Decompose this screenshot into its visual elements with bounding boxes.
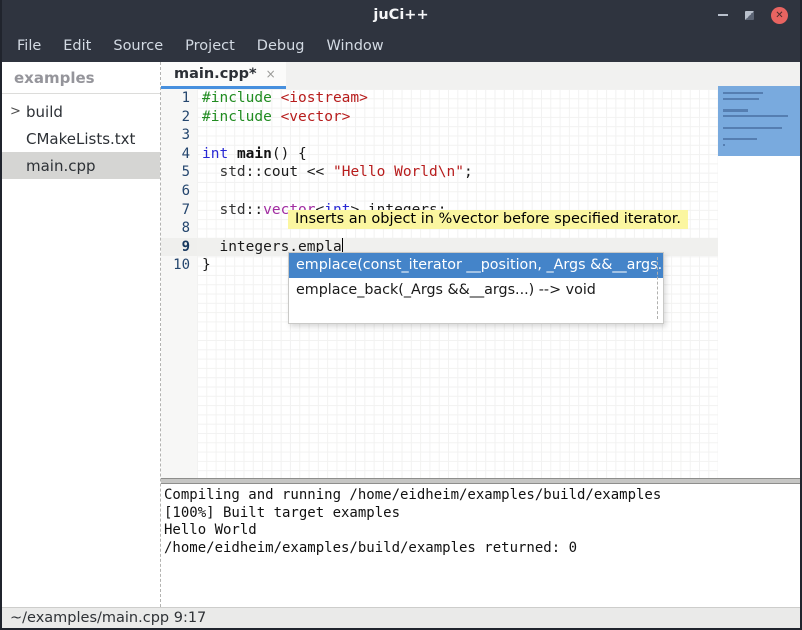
minimap-line	[723, 138, 757, 140]
line-number: 2	[161, 108, 197, 127]
titlebar[interactable]: juCi++ ✕	[2, 0, 800, 30]
sidebar-item-build[interactable]: >build	[2, 98, 160, 125]
tree-item-label: CMakeLists.txt	[26, 130, 135, 148]
code-line: #include <iostream>	[197, 89, 718, 108]
autocomplete-popup: emplace(const_iterator __position, _Args…	[288, 252, 664, 324]
app-window: juCi++ ✕ FileEditSourceProjectDebugWindo…	[0, 0, 802, 630]
menu-item-edit[interactable]: Edit	[52, 30, 102, 62]
project-name: examples	[2, 62, 160, 94]
statusbar: ~/examples/main.cpp 9:17	[2, 607, 800, 628]
terminal-output[interactable]: Compiling and running /home/eidheim/exam…	[161, 484, 800, 607]
doc-tooltip: Inserts an object in %vector before spec…	[288, 210, 688, 229]
minimap-line	[723, 144, 725, 146]
minimap-line	[723, 127, 782, 129]
file-tree: >build CMakeLists.txt main.cpp	[2, 94, 160, 179]
sidebar-item-cmakelists-txt[interactable]: CMakeLists.txt	[2, 125, 160, 152]
minimap-line	[723, 104, 800, 106]
minimap-line	[723, 109, 748, 111]
terminal-line: /home/eidheim/examples/build/examples re…	[164, 540, 800, 558]
menu-item-file[interactable]: File	[6, 30, 52, 62]
minimap-line	[723, 92, 763, 94]
sidebar: examples >build CMakeLists.txt main.cpp	[2, 62, 161, 607]
minimap[interactable]	[718, 89, 800, 478]
line-number: 10	[161, 256, 197, 275]
line-number: 3	[161, 126, 197, 145]
sidebar-item-main-cpp[interactable]: main.cpp	[2, 152, 160, 179]
minimize-icon[interactable]	[718, 14, 728, 16]
editor-pane: main.cpp* × 12345678910 #include <iostre…	[161, 62, 800, 607]
menubar: FileEditSourceProjectDebugWindow	[2, 30, 800, 62]
tree-item-label: build	[26, 103, 63, 121]
menu-item-debug[interactable]: Debug	[246, 30, 316, 62]
restore-icon[interactable]	[745, 11, 754, 20]
terminal-line: Compiling and running /home/eidheim/exam…	[164, 487, 800, 505]
menu-item-window[interactable]: Window	[315, 30, 394, 62]
line-number: 6	[161, 182, 197, 201]
line-number-gutter: 12345678910	[161, 89, 197, 478]
line-number: 5	[161, 163, 197, 182]
minimap-line	[723, 121, 800, 123]
text-caret	[342, 238, 344, 253]
popup-scrollbar[interactable]	[657, 257, 658, 319]
tab-close-icon[interactable]: ×	[266, 67, 276, 81]
statusbar-path: ~/examples/main.cpp 9:17	[10, 610, 206, 626]
terminal-line: [100%] Built target examples	[164, 505, 800, 523]
tree-item-label: main.cpp	[26, 157, 96, 175]
line-number: 7	[161, 201, 197, 220]
code-line	[197, 182, 718, 201]
autocomplete-item[interactable]: emplace(const_iterator __position, _Args…	[289, 253, 663, 278]
code-line	[197, 126, 718, 145]
tab-main-cpp[interactable]: main.cpp* ×	[161, 62, 286, 89]
line-number: 9	[161, 238, 197, 257]
chevron-right-icon[interactable]: >	[10, 104, 25, 119]
minimap-line	[723, 98, 759, 100]
line-number: 1	[161, 89, 197, 108]
tab-label: main.cpp*	[174, 66, 257, 82]
close-icon[interactable]: ✕	[771, 7, 788, 24]
tabbar: main.cpp* ×	[161, 62, 800, 89]
line-number: 4	[161, 145, 197, 164]
window-title: juCi++	[2, 0, 800, 30]
terminal-line: Hello World	[164, 522, 800, 540]
main-area: examples >build CMakeLists.txt main.cpp ma…	[2, 62, 800, 607]
autocomplete-item[interactable]: emplace_back(_Args &&__args...) --> void	[289, 278, 663, 303]
minimap-viewport[interactable]	[718, 86, 800, 156]
autocomplete-list: emplace(const_iterator __position, _Args…	[289, 253, 663, 303]
minimap-line	[723, 132, 800, 134]
code-line: std::cout << "Hello World\n";	[197, 163, 718, 182]
minimap-line	[723, 115, 788, 117]
window-controls: ✕	[718, 0, 788, 30]
code-line: #include <vector>	[197, 108, 718, 127]
line-number: 8	[161, 219, 197, 238]
code-line: int main() {	[197, 145, 718, 164]
menu-item-source[interactable]: Source	[102, 30, 174, 62]
menu-item-project[interactable]: Project	[174, 30, 246, 62]
